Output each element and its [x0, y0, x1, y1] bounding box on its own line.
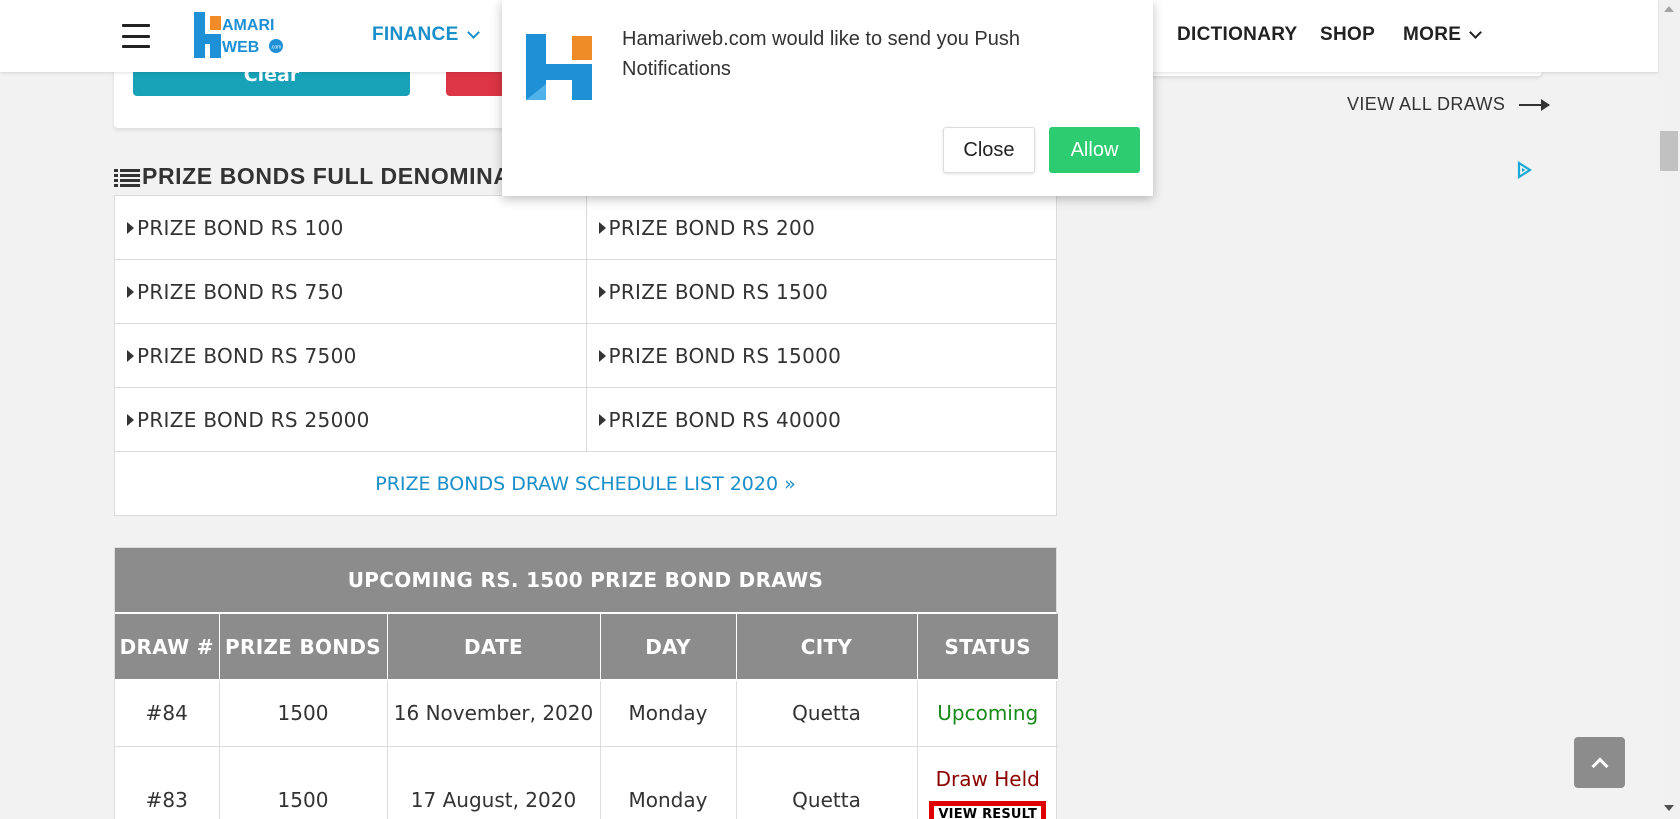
denomination-label: PRIZE BOND RS 750 [137, 279, 344, 304]
draws-grid: DRAW # PRIZE BONDS DATE DAY CITY STATUS … [115, 614, 1058, 819]
caret-right-icon [598, 221, 606, 234]
caret-right-icon [127, 221, 134, 234]
denomination-row: PRIZE BOND RS 100 PRIZE BOND RS 200 [115, 196, 1056, 260]
column-header: DAY [600, 614, 737, 681]
denomination-link[interactable]: PRIZE BOND RS 40000 [585, 388, 1057, 451]
chevron-down-icon [466, 25, 480, 39]
svg-text:WEB: WEB [222, 39, 259, 56]
denomination-link[interactable]: PRIZE BOND RS 7500 [115, 324, 586, 387]
denomination-link[interactable]: PRIZE BOND RS 200 [585, 196, 1057, 259]
column-header: DATE [387, 614, 601, 681]
nav-more-label: MORE [1403, 24, 1462, 45]
column-header: PRIZE BONDS [219, 614, 388, 681]
draw-date: 17 August, 2020 [387, 746, 601, 819]
draw-number: #83 [115, 746, 220, 819]
table-row: #83 1500 17 August, 2020 Monday Quetta D… [115, 746, 1058, 819]
table-header-row: DRAW # PRIZE BONDS DATE DAY CITY STATUS [115, 614, 1058, 681]
upcoming-draws-table: UPCOMING RS. 1500 PRIZE BOND DRAWS DRAW … [114, 547, 1058, 819]
draw-date: 16 November, 2020 [387, 680, 601, 747]
denomination-label: PRIZE BOND RS 7500 [137, 343, 357, 368]
draw-schedule-link[interactable]: PRIZE BONDS DRAW SCHEDULE LIST 2020 » [115, 452, 1056, 515]
draw-status: Draw Held VIEW RESULT [917, 746, 1058, 819]
push-notification-dialog: Hamariweb.com would like to send you Pus… [502, 0, 1153, 196]
adchoices-icon[interactable] [1514, 160, 1534, 180]
denomination-label: PRIZE BOND RS 200 [608, 215, 816, 240]
draw-city: Quetta [736, 680, 918, 747]
chevron-down-icon [1469, 25, 1483, 39]
denominations-table: PRIZE BOND RS 100 PRIZE BOND RS 200 PRIZ… [114, 195, 1057, 516]
draw-status: Upcoming [917, 680, 1058, 747]
scrollbar-thumb[interactable] [1660, 131, 1678, 171]
table-title: UPCOMING RS. 1500 PRIZE BOND DRAWS [115, 548, 1056, 614]
caret-right-icon [598, 349, 606, 362]
denomination-label: PRIZE BOND RS 1500 [608, 279, 829, 304]
svg-text:.com: .com [271, 45, 282, 51]
list-icon [114, 167, 140, 187]
denomination-link[interactable]: PRIZE BOND RS 15000 [585, 324, 1057, 387]
caret-right-icon [598, 413, 606, 426]
notification-message: Hamariweb.com would like to send you Pus… [622, 28, 1020, 80]
site-logo[interactable]: AMARI WEB .com [192, 8, 288, 64]
caret-right-icon [127, 413, 134, 426]
denomination-link[interactable]: PRIZE BOND RS 750 [115, 260, 586, 323]
allow-button[interactable]: Allow [1049, 127, 1140, 173]
draw-schedule-label: PRIZE BONDS DRAW SCHEDULE LIST 2020 » [375, 472, 796, 495]
denomination-row: PRIZE BOND RS 750 PRIZE BOND RS 1500 [115, 260, 1056, 324]
denomination-label: PRIZE BOND RS 40000 [608, 407, 842, 432]
denomination-label: PRIZE BOND RS 25000 [137, 407, 370, 432]
chevron-up-icon [1591, 757, 1608, 774]
back-to-top-button[interactable] [1574, 737, 1625, 788]
caret-right-icon [127, 349, 134, 362]
bond-value: 1500 [219, 680, 388, 747]
draw-day: Monday [600, 680, 737, 747]
denomination-label: PRIZE BOND RS 100 [137, 215, 344, 240]
close-button[interactable]: Close [943, 127, 1035, 173]
page-scrollbar[interactable] [1658, 0, 1680, 819]
hamariweb-logo-icon [520, 30, 602, 104]
draw-number: #84 [115, 680, 220, 747]
denomination-link[interactable]: PRIZE BOND RS 25000 [115, 388, 586, 451]
view-all-draws-label: VIEW ALL DRAWS [1347, 94, 1506, 114]
bond-value: 1500 [219, 746, 388, 819]
status-badge: Draw Held [935, 766, 1040, 791]
table-row: #84 1500 16 November, 2020 Monday Quetta… [115, 680, 1058, 747]
status-badge: Upcoming [937, 701, 1039, 726]
nav-dictionary-label: DICTIONARY [1177, 24, 1298, 45]
caret-right-icon [127, 285, 134, 298]
column-header: STATUS [917, 614, 1058, 681]
draw-city: Quetta [736, 746, 918, 819]
nav-dictionary[interactable]: DICTIONARY [1177, 24, 1298, 46]
scroll-down-arrow-icon[interactable] [1664, 805, 1674, 811]
denomination-row: PRIZE BOND RS 7500 PRIZE BOND RS 15000 [115, 324, 1056, 388]
denomination-row: PRIZE BOND RS 25000 PRIZE BOND RS 40000 [115, 388, 1056, 452]
scroll-up-arrow-icon[interactable] [1664, 6, 1674, 12]
caret-right-icon [598, 285, 606, 298]
denomination-label: PRIZE BOND RS 15000 [608, 343, 842, 368]
section-title: PRIZE BONDS FULL DENOMINA [142, 163, 511, 189]
view-all-draws-link[interactable]: VIEW ALL DRAWS [1347, 94, 1551, 115]
section-heading: PRIZE BONDS FULL DENOMINA [114, 163, 511, 190]
svg-text:AMARI: AMARI [222, 17, 274, 34]
nav-finance[interactable]: FINANCE [372, 24, 480, 46]
nav-shop[interactable]: SHOP [1320, 24, 1375, 46]
nav-more[interactable]: MORE [1403, 24, 1483, 46]
column-header: CITY [736, 614, 918, 681]
denomination-link[interactable]: PRIZE BOND RS 100 [115, 196, 586, 259]
denomination-link[interactable]: PRIZE BOND RS 1500 [585, 260, 1057, 323]
draw-day: Monday [600, 746, 737, 819]
arrow-right-icon [1519, 98, 1551, 111]
column-header: DRAW # [115, 614, 220, 681]
nav-shop-label: SHOP [1320, 24, 1376, 45]
nav-finance-label: FINANCE [372, 24, 459, 45]
view-result-button[interactable]: VIEW RESULT [929, 800, 1047, 819]
hamburger-icon[interactable] [122, 24, 150, 48]
